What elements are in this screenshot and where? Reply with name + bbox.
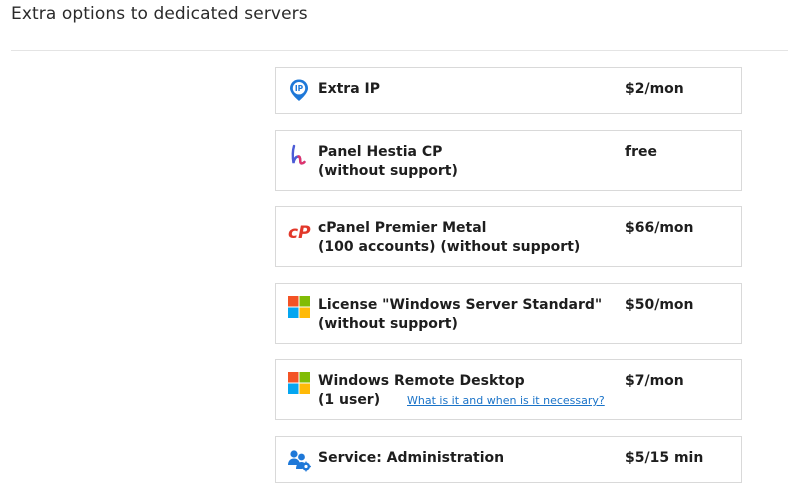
option-price: $5/15 min [625, 450, 704, 466]
title-divider [11, 50, 788, 51]
svg-text:cP: cP [288, 223, 311, 243]
option-price: $50/mon [625, 297, 694, 313]
option-price: free [625, 144, 657, 160]
cpanel-logo-icon: cP [288, 223, 311, 243]
option-subtitle: (1 user) [318, 392, 381, 408]
option-price: $2/mon [625, 81, 684, 97]
option-name: Service: Administration [318, 450, 505, 466]
option-price: $66/mon [625, 220, 694, 236]
option-name: cPanel Premier Metal [318, 220, 487, 236]
windows-logo-icon [288, 372, 310, 394]
windows-logo-icon [288, 296, 310, 318]
page-title: Extra options to dedicated servers [11, 4, 308, 24]
option-card-cpanel[interactable]: cP cPanel Premier Metal (100 accounts) (… [275, 206, 742, 267]
ip-pin-icon: IP [290, 79, 308, 101]
admin-users-icon [288, 450, 311, 472]
option-subtitle: (100 accounts) (without support) [318, 239, 581, 255]
option-card-windows-server[interactable]: License "Windows Server Standard" (witho… [275, 283, 742, 344]
option-card-extra-ip[interactable]: IP Extra IP $2/mon [275, 67, 742, 114]
page: Extra options to dedicated servers IP Ex… [0, 0, 789, 489]
option-name: License "Windows Server Standard" [318, 297, 603, 313]
option-subtitle: (without support) [318, 316, 458, 332]
hestia-cp-logo-icon [291, 144, 306, 165]
option-name: Panel Hestia CP [318, 144, 443, 160]
option-subtitle: (without support) [318, 163, 458, 179]
option-name: Extra IP [318, 81, 380, 97]
option-card-administration[interactable]: Service: Administration $5/15 min [275, 436, 742, 483]
svg-text:IP: IP [295, 84, 304, 93]
option-price: $7/mon [625, 373, 684, 389]
rdp-help-link[interactable]: What is it and when is it necessary? [407, 394, 605, 408]
option-name: Windows Remote Desktop [318, 373, 525, 389]
option-card-hestia-cp[interactable]: Panel Hestia CP (without support) free [275, 130, 742, 191]
option-card-windows-rdp[interactable]: Windows Remote Desktop (1 user) What is … [275, 359, 742, 420]
